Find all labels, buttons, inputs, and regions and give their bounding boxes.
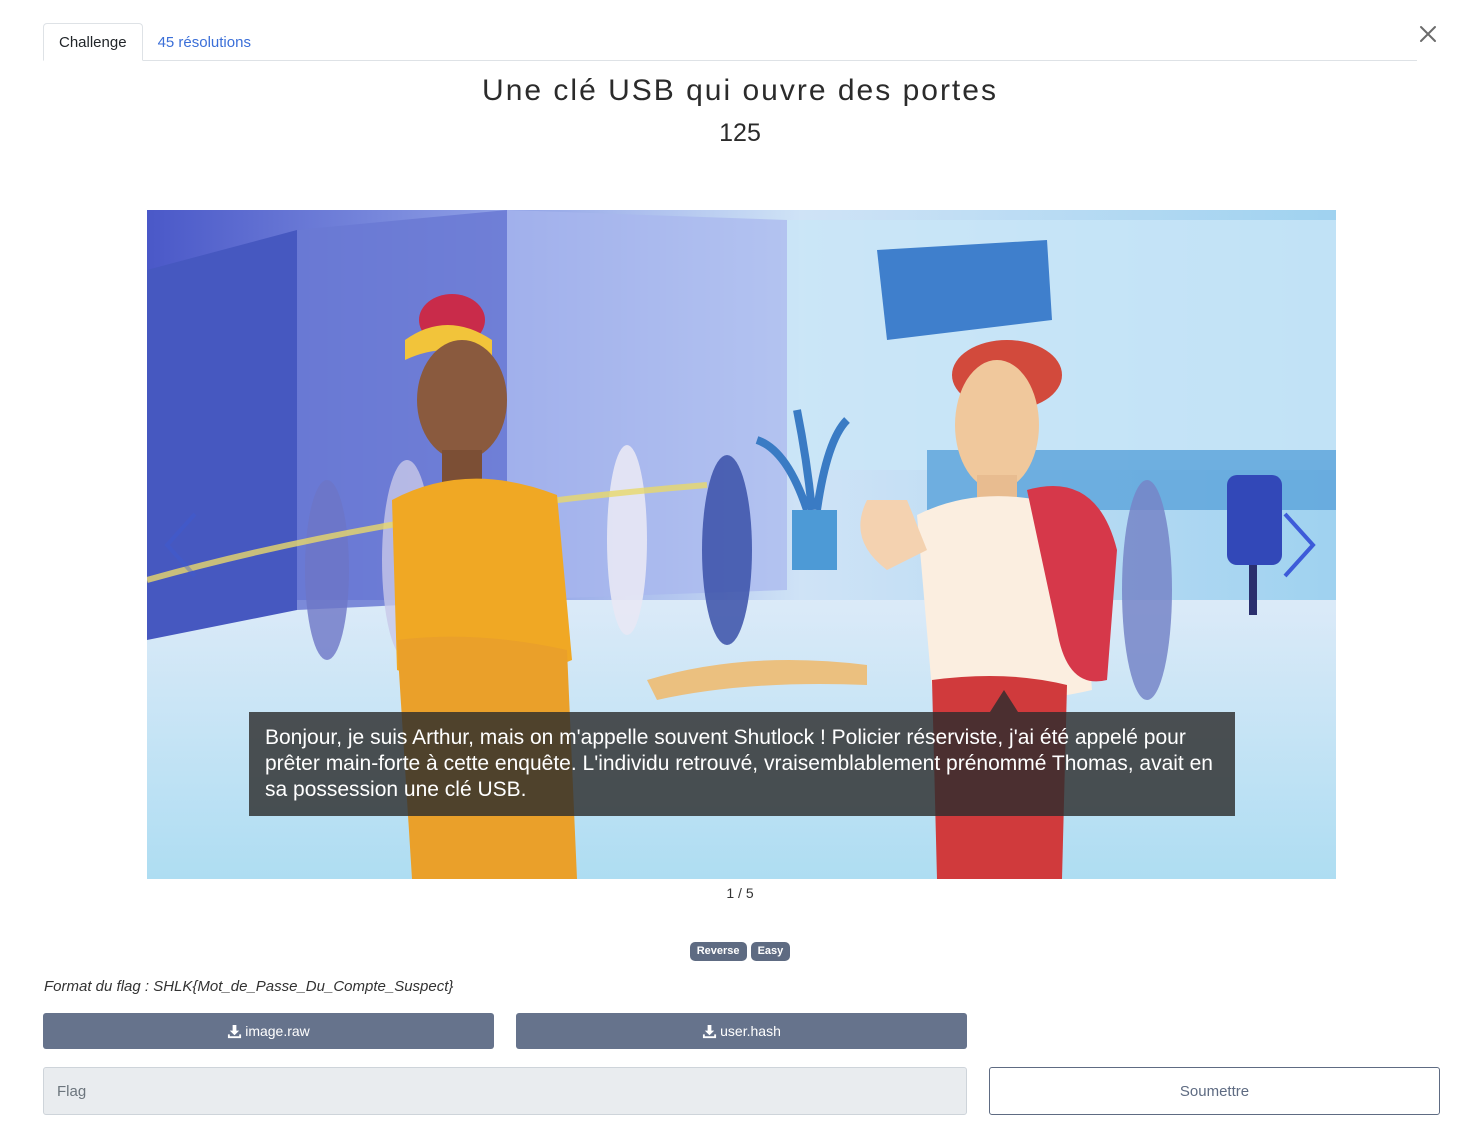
chevron-right-icon <box>1283 512 1316 578</box>
chevron-left-icon <box>164 512 197 578</box>
tag-badge: Reverse <box>689 942 747 961</box>
flag-format-hint: Format du flag : SHLK{Mot_de_Passe_Du_Co… <box>44 978 454 995</box>
flag-input[interactable] <box>43 1067 967 1115</box>
story-carousel[interactable]: Bonjour, je suis Arthur, mais on m'appel… <box>147 210 1336 879</box>
tab-solves[interactable]: 45 résolutions <box>143 23 266 61</box>
carousel-next-button[interactable] <box>1277 510 1321 580</box>
carousel-prev-button[interactable] <box>159 510 203 580</box>
download-icon <box>228 1024 242 1038</box>
challenge-tags: Reverse Easy <box>0 942 1480 961</box>
file-name: user.hash <box>720 1023 781 1039</box>
challenge-points: 125 <box>719 119 761 147</box>
tag-badge: Easy <box>750 942 791 961</box>
download-file-button[interactable]: image.raw <box>43 1013 494 1049</box>
tab-bar: Challenge 45 résolutions <box>43 23 1417 61</box>
speech-caption: Bonjour, je suis Arthur, mais on m'appel… <box>249 712 1235 816</box>
tab-challenge[interactable]: Challenge <box>43 23 143 61</box>
challenge-modal: Challenge 45 résolutions Une clé USB qui… <box>0 0 1480 1137</box>
challenge-title: Une clé USB qui ouvre des portes <box>482 74 998 107</box>
download-icon <box>703 1024 717 1038</box>
submit-button[interactable]: Soumettre <box>989 1067 1440 1115</box>
download-file-button[interactable]: user.hash <box>516 1013 967 1049</box>
slide-counter: 1 / 5 <box>726 885 754 901</box>
speech-pointer <box>990 690 1018 712</box>
close-icon <box>1420 26 1436 42</box>
close-button[interactable] <box>1416 22 1440 46</box>
file-name: image.raw <box>245 1023 310 1039</box>
